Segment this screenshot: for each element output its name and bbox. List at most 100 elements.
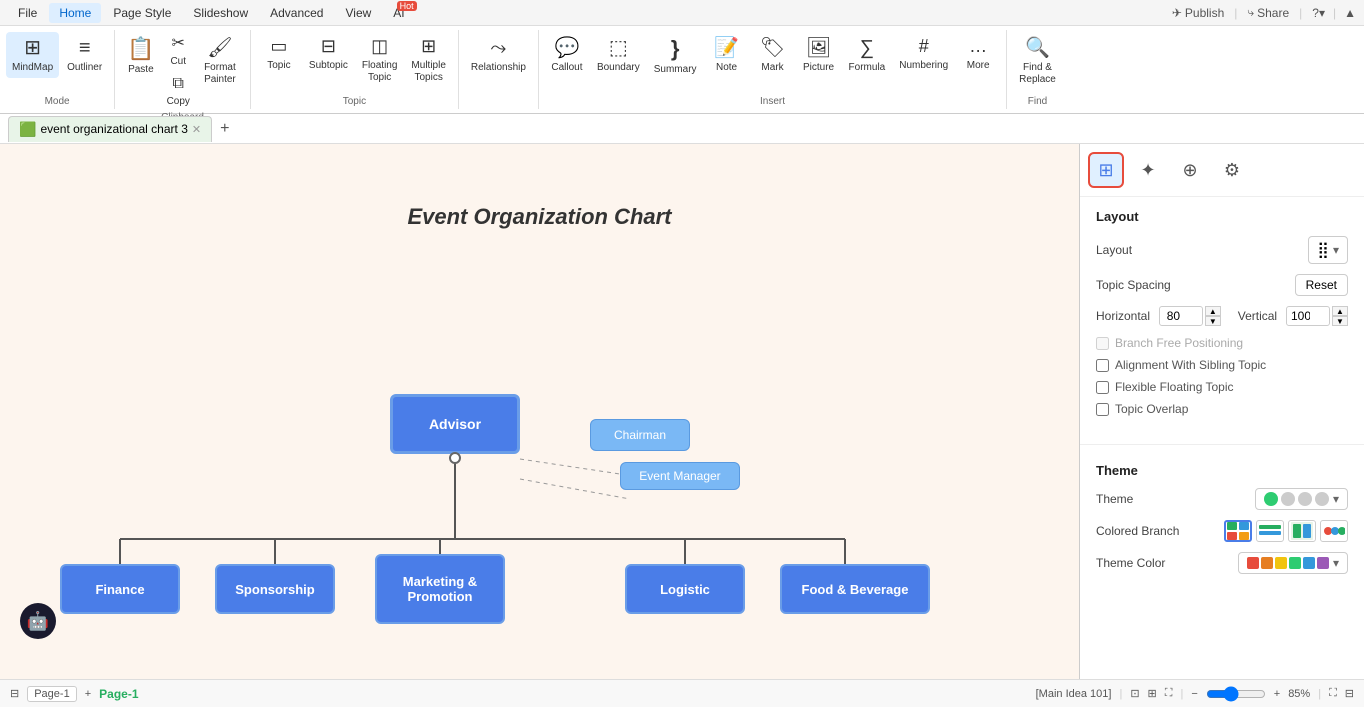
- menu-advanced[interactable]: Advanced: [260, 3, 333, 23]
- color-strip: [1247, 557, 1329, 569]
- mark-button[interactable]: 🏷 Mark: [751, 32, 795, 78]
- mindmap-button[interactable]: ⊞ MindMap: [6, 32, 59, 78]
- tab-close-button[interactable]: ✕: [192, 123, 201, 136]
- vertical-up[interactable]: ▲: [1332, 306, 1348, 316]
- ai-tab-icon: ✦: [1140, 160, 1155, 181]
- paste-button[interactable]: 📋 Paste: [121, 32, 160, 80]
- branch-opt-1[interactable]: [1224, 520, 1252, 542]
- mode-group-label: Mode: [45, 94, 70, 107]
- vertical-label: Vertical: [1238, 309, 1277, 323]
- layout-section: Layout Layout ⣿ ▾ Topic Spacing Reset Ho…: [1080, 197, 1364, 436]
- panel-tab-location[interactable]: ⊕: [1172, 152, 1208, 188]
- find-replace-icon: 🔍: [1025, 36, 1050, 60]
- numbering-button[interactable]: # Numbering: [893, 32, 954, 76]
- fit-page-icon[interactable]: ⊡: [1130, 687, 1139, 700]
- menu-file[interactable]: File: [8, 3, 47, 23]
- horizontal-down[interactable]: ▼: [1205, 316, 1221, 326]
- alignment-label: Alignment With Sibling Topic: [1115, 358, 1266, 372]
- expand-view-icon[interactable]: ⛶: [1329, 687, 1337, 700]
- page-selector[interactable]: Page-1: [27, 686, 76, 702]
- multiple-topics-button[interactable]: ⊞ MultipleTopics: [405, 32, 451, 88]
- colored-branch-label: Colored Branch: [1096, 524, 1179, 538]
- format-painter-button[interactable]: 🖌 FormatPainter: [196, 32, 244, 90]
- mark-icon: 🏷: [760, 36, 785, 60]
- branch-opt-2[interactable]: [1256, 520, 1284, 542]
- menu-home[interactable]: Home: [49, 3, 101, 23]
- vertical-down[interactable]: ▼: [1332, 316, 1348, 326]
- floating-topic-icon: ◫: [371, 36, 388, 58]
- floating-topic-button[interactable]: ◫ FloatingTopic: [356, 32, 404, 88]
- alignment-checkbox[interactable]: [1096, 359, 1109, 372]
- branch-opt-3[interactable]: [1288, 520, 1316, 542]
- tab-bar: 🟩 event organizational chart 3 ✕ +: [0, 114, 1364, 144]
- branch-free-checkbox[interactable]: [1096, 337, 1109, 350]
- zoom-in-icon[interactable]: +: [1274, 688, 1280, 700]
- panel-tab-settings[interactable]: ⚙: [1214, 152, 1250, 188]
- menu-view[interactable]: View: [335, 3, 381, 23]
- cut-icon: ✂: [172, 34, 185, 55]
- main-area: Event Organization Chart Advisor Chairma…: [0, 144, 1364, 679]
- picture-button[interactable]: 🖼 Picture: [797, 32, 841, 78]
- theme-dropdown[interactable]: ▾: [1255, 488, 1348, 510]
- node-marketing[interactable]: Marketing & Promotion: [375, 554, 505, 624]
- tab-event-chart[interactable]: 🟩 event organizational chart 3 ✕: [8, 116, 212, 142]
- color-swatch-orange: [1261, 557, 1273, 569]
- node-chairman[interactable]: Chairman: [590, 419, 690, 451]
- status-add-page[interactable]: +: [85, 688, 91, 700]
- horizontal-input[interactable]: [1159, 306, 1203, 326]
- publish-button[interactable]: ✈ Publish: [1172, 6, 1224, 20]
- topic-button[interactable]: ▭ Topic: [257, 32, 301, 76]
- minimize-button[interactable]: ▲: [1344, 6, 1356, 20]
- zoom-slider[interactable]: [1206, 686, 1266, 702]
- canvas[interactable]: Event Organization Chart Advisor Chairma…: [0, 144, 1079, 679]
- full-screen-icon[interactable]: ⛶: [1165, 687, 1173, 700]
- status-page-label: Page-1: [99, 687, 138, 701]
- copy-button[interactable]: ⧉ Copy: [163, 72, 194, 110]
- reset-button[interactable]: Reset: [1295, 274, 1348, 296]
- node-event-manager[interactable]: Event Manager: [620, 462, 740, 490]
- flexible-floating-checkbox[interactable]: [1096, 381, 1109, 394]
- theme-dropdown-arrow: ▾: [1333, 492, 1339, 506]
- note-button[interactable]: 📝 Note: [705, 32, 749, 78]
- panel-tab-layout[interactable]: ⊞: [1088, 152, 1124, 188]
- more-icon: …: [969, 36, 987, 58]
- menu-ai[interactable]: AI Hot: [383, 3, 414, 23]
- layout-dropdown[interactable]: ⣿ ▾: [1308, 236, 1348, 264]
- share-button[interactable]: ⤷ Share: [1247, 5, 1289, 20]
- zoom-out-icon[interactable]: −: [1191, 688, 1197, 700]
- theme-dot-4: [1315, 492, 1329, 506]
- branch-opt-4[interactable]: [1320, 520, 1348, 542]
- node-advisor[interactable]: Advisor: [390, 394, 520, 454]
- actual-size-icon[interactable]: ⊞: [1148, 687, 1157, 700]
- branch-free-row: Branch Free Positioning: [1096, 336, 1348, 350]
- tab-add-button[interactable]: +: [220, 120, 229, 138]
- node-finance[interactable]: Finance: [60, 564, 180, 614]
- formula-button[interactable]: ∑ Formula: [843, 32, 892, 78]
- node-sponsorship[interactable]: Sponsorship: [215, 564, 335, 614]
- relationship-button[interactable]: ⤳ Relationship: [465, 32, 532, 78]
- connector-dot: [449, 452, 461, 464]
- subtopic-button[interactable]: ⊟ Subtopic: [303, 32, 354, 76]
- summary-button[interactable]: } Summary: [648, 32, 703, 80]
- panel-tab-ai[interactable]: ✦: [1130, 152, 1166, 188]
- collapse-view-icon[interactable]: ⊟: [1345, 687, 1354, 700]
- horizontal-up[interactable]: ▲: [1205, 306, 1221, 316]
- topic-overlap-checkbox[interactable]: [1096, 403, 1109, 416]
- theme-row: Theme ▾: [1096, 488, 1348, 510]
- vertical-input[interactable]: [1286, 306, 1330, 326]
- theme-color-dropdown[interactable]: ▾: [1238, 552, 1348, 574]
- branch-free-label: Branch Free Positioning: [1115, 336, 1243, 350]
- boundary-button[interactable]: ⬚ Boundary: [591, 32, 646, 78]
- node-food[interactable]: Food & Beverage: [780, 564, 930, 614]
- more-button[interactable]: … More: [956, 32, 1000, 76]
- callout-button[interactable]: 💬 Callout: [545, 32, 589, 78]
- menu-slideshow[interactable]: Slideshow: [183, 3, 258, 23]
- cut-button[interactable]: ✂ Cut: [163, 32, 194, 70]
- menu-page-style[interactable]: Page Style: [103, 3, 181, 23]
- find-replace-button[interactable]: 🔍 Find &Replace: [1013, 32, 1062, 90]
- help-button[interactable]: ?▾: [1312, 6, 1325, 20]
- outliner-button[interactable]: ≡ Outliner: [61, 32, 108, 78]
- node-logistic[interactable]: Logistic: [625, 564, 745, 614]
- spacing-values-row: Horizontal ▲ ▼ Vertical ▲ ▼: [1096, 306, 1348, 326]
- ai-assistant-button[interactable]: 🤖: [20, 603, 56, 639]
